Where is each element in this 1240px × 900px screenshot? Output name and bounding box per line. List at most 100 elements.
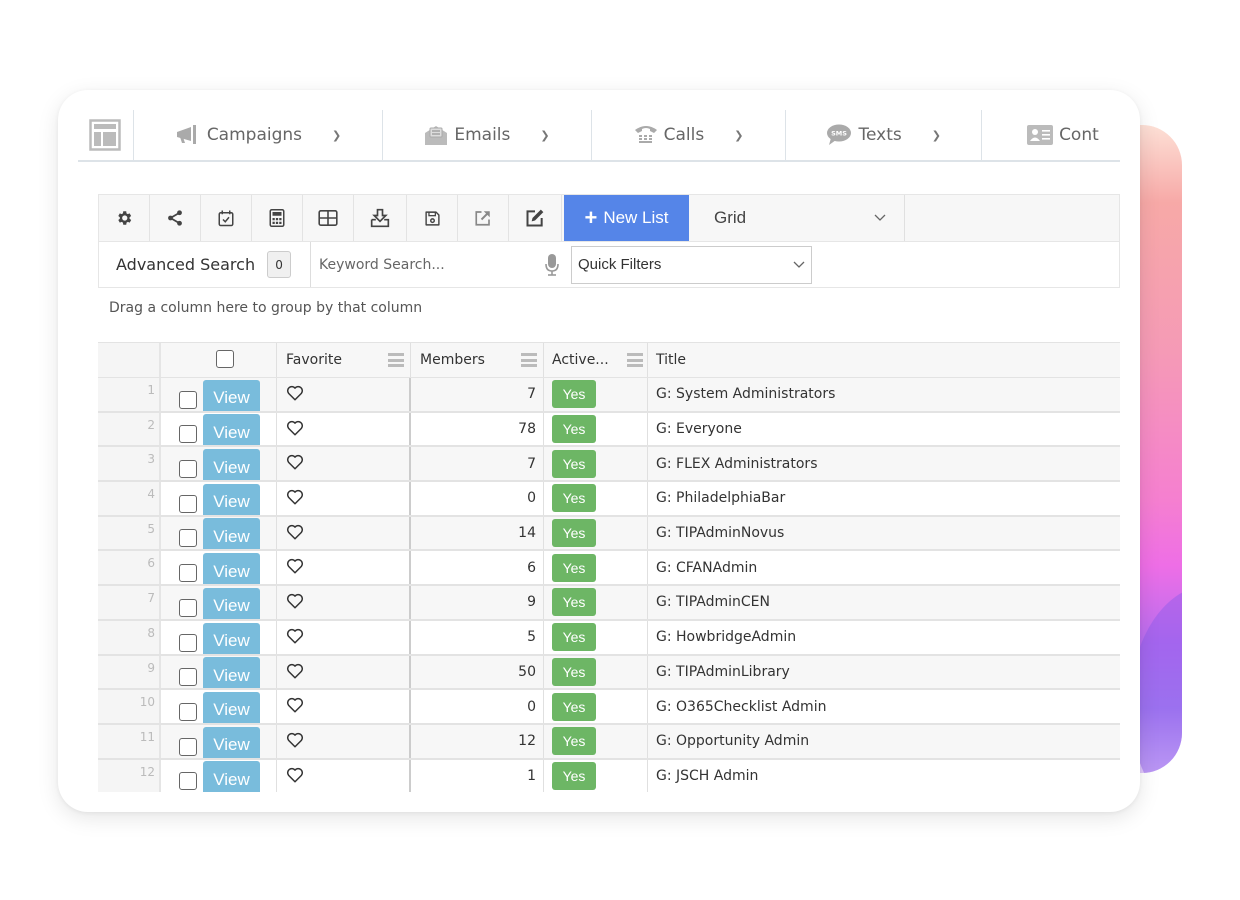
title-value: G: O365Checklist Admin <box>656 698 827 715</box>
table-row[interactable]: 4 View 0 Yes G: PhiladelphiaBar <box>98 482 1120 517</box>
column-menu-icon[interactable] <box>627 353 643 367</box>
view-mode-select[interactable]: Grid <box>689 195 905 241</box>
dashboard-layout-button[interactable] <box>78 110 134 160</box>
row-number-label: 2 <box>147 417 155 432</box>
row-checkbox[interactable] <box>179 425 197 444</box>
table-row[interactable]: 7 View 9 Yes G: TIPAdminCEN <box>98 586 1120 621</box>
view-button[interactable]: View <box>203 449 260 481</box>
row-select-cell: View <box>161 447 277 481</box>
view-button[interactable]: View <box>203 553 260 585</box>
view-button[interactable]: View <box>203 518 260 550</box>
active-status-badge: Yes <box>552 588 596 617</box>
columns-button[interactable] <box>303 195 354 241</box>
advanced-search-button[interactable]: Advanced Search 0 <box>99 242 311 287</box>
sms-bubble-icon: SMS <box>827 124 852 145</box>
title-cell: G: TIPAdminCEN <box>648 586 1120 619</box>
table-row[interactable]: 3 View 7 Yes G: FLEX Administrators <box>98 447 1120 483</box>
row-number: 7 <box>98 586 161 619</box>
view-button[interactable]: View <box>203 379 260 411</box>
import-button[interactable] <box>354 195 407 241</box>
heart-icon[interactable] <box>286 627 304 645</box>
view-button[interactable]: View <box>203 726 260 758</box>
column-menu-icon[interactable] <box>521 353 537 367</box>
settings-button[interactable] <box>99 195 150 241</box>
active-cell: Yes <box>544 690 648 723</box>
heart-icon[interactable] <box>286 557 304 575</box>
schedule-button[interactable] <box>201 195 252 241</box>
keyword-search-input[interactable] <box>319 256 545 273</box>
save-button[interactable] <box>407 195 458 241</box>
row-checkbox[interactable] <box>179 529 197 548</box>
calculate-button[interactable] <box>252 195 303 241</box>
favorite-cell <box>277 724 411 758</box>
members-value: 50 <box>518 663 536 680</box>
heart-icon[interactable] <box>286 384 304 402</box>
view-button[interactable]: View <box>203 414 260 446</box>
table-row[interactable]: 10 View 0 Yes G: O365Checklist Admin <box>98 690 1120 725</box>
heart-icon[interactable] <box>286 662 304 680</box>
view-button[interactable]: View <box>203 622 260 654</box>
active-cell: Yes <box>544 482 648 515</box>
title-cell: G: HowbridgeAdmin <box>648 621 1120 654</box>
row-checkbox[interactable] <box>179 390 197 409</box>
quick-filters-select[interactable]: Quick Filters <box>571 245 812 284</box>
nav-texts[interactable]: SMS Texts ❯ <box>786 110 983 160</box>
nav-campaigns[interactable]: Campaigns ❯ <box>134 110 384 160</box>
active-cell: Yes <box>544 655 648 689</box>
members-cell: 50 <box>411 655 544 689</box>
table-row[interactable]: 9 View 50 Yes G: TIPAdminLibrary <box>98 655 1120 691</box>
column-header-favorite[interactable]: Favorite <box>277 343 411 377</box>
column-header-members[interactable]: Members <box>411 343 544 377</box>
table-row[interactable]: 6 View 6 Yes G: CFANAdmin <box>98 551 1120 587</box>
view-button[interactable]: View <box>203 657 260 689</box>
nav-calls[interactable]: Calls ❯ <box>592 110 787 160</box>
row-checkbox[interactable] <box>179 598 197 617</box>
heart-icon[interactable] <box>286 453 304 471</box>
share-button[interactable] <box>150 195 201 241</box>
heart-icon[interactable] <box>286 523 304 541</box>
row-checkbox[interactable] <box>179 668 197 687</box>
search-bar: Advanced Search 0 Quick Filters <box>98 242 1120 288</box>
title-value: G: FLEX Administrators <box>656 455 818 472</box>
export-button[interactable] <box>458 195 509 241</box>
group-by-drop-zone[interactable]: Drag a column here to group by that colu… <box>109 300 422 316</box>
members-value: 5 <box>527 629 536 646</box>
heart-icon[interactable] <box>286 766 304 784</box>
row-checkbox[interactable] <box>179 772 197 791</box>
column-label: Title <box>656 352 687 368</box>
new-list-button[interactable]: + New List <box>564 195 689 241</box>
row-checkbox[interactable] <box>179 737 197 756</box>
table-row[interactable]: 8 View 5 Yes G: HowbridgeAdmin <box>98 620 1120 656</box>
members-value: 1 <box>527 767 536 784</box>
heart-icon[interactable] <box>286 731 304 749</box>
column-header-active[interactable]: Active... <box>544 343 648 377</box>
row-checkbox[interactable] <box>179 564 197 583</box>
nav-emails[interactable]: Emails ❯ <box>383 110 592 160</box>
table-row[interactable]: 1 View 7 Yes G: System Administrators <box>98 378 1120 413</box>
edit-button[interactable] <box>509 195 562 241</box>
table-row[interactable]: 5 View 14 Yes G: TIPAdminNovus <box>98 516 1120 552</box>
row-number-label: 9 <box>147 660 155 675</box>
view-button[interactable]: View <box>203 587 260 619</box>
table-row[interactable]: 2 View 78 Yes G: Everyone <box>98 412 1120 448</box>
row-checkbox[interactable] <box>179 494 197 513</box>
nav-contacts[interactable]: Cont <box>982 110 1120 160</box>
table-row[interactable]: 11 View 12 Yes G: Opportunity Admin <box>98 724 1120 760</box>
microphone-icon[interactable] <box>545 253 559 276</box>
row-checkbox[interactable] <box>179 460 197 479</box>
select-all-checkbox[interactable] <box>215 350 234 368</box>
row-checkbox[interactable] <box>179 633 197 652</box>
heart-icon[interactable] <box>286 696 304 714</box>
row-checkbox[interactable] <box>179 702 197 721</box>
column-menu-icon[interactable] <box>388 353 404 367</box>
table-row[interactable]: 12 View 1 Yes G: JSCH Admin <box>98 759 1120 792</box>
heart-icon[interactable] <box>286 592 304 610</box>
heart-icon[interactable] <box>286 488 304 506</box>
heart-icon[interactable] <box>286 419 304 437</box>
view-button[interactable]: View <box>203 691 260 723</box>
view-button[interactable]: View <box>203 483 260 515</box>
column-header-title[interactable]: Title <box>648 343 1120 377</box>
members-value: 9 <box>527 594 536 611</box>
row-number: 10 <box>98 690 161 723</box>
view-button[interactable]: View <box>203 761 260 792</box>
